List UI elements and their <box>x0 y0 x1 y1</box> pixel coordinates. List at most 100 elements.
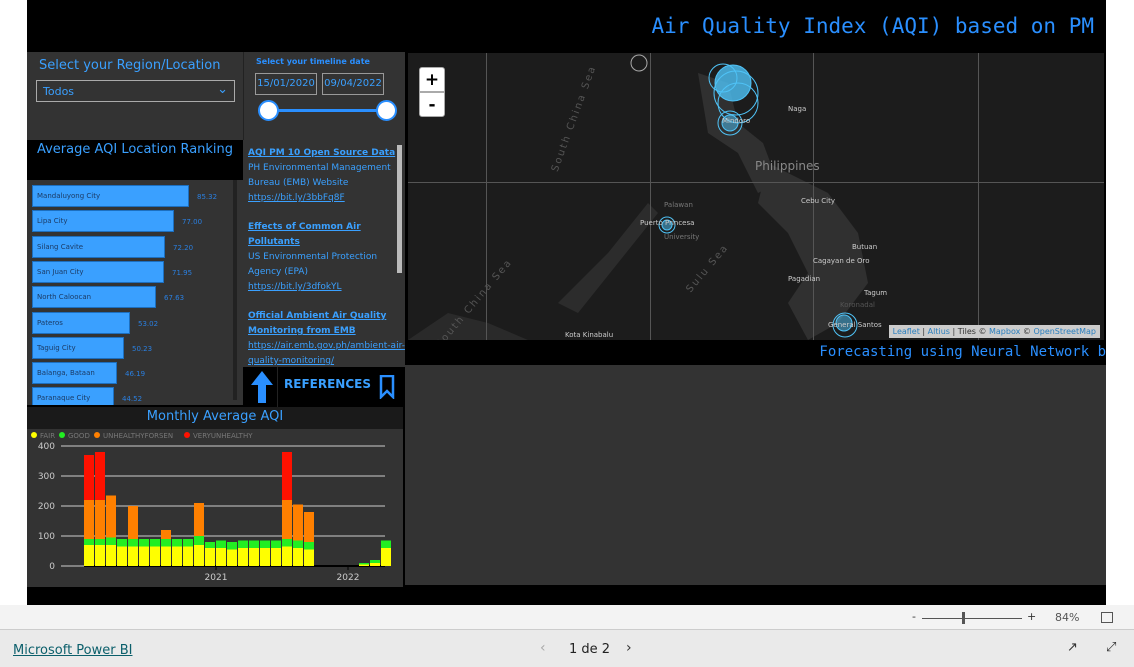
bar-segment-good[interactable] <box>95 539 105 545</box>
bar-segment-good[interactable] <box>183 539 193 547</box>
share-icon[interactable]: ↗ <box>1067 640 1078 655</box>
bar-segment-good[interactable] <box>293 540 303 549</box>
end-date-input[interactable]: 09/04/2022 <box>322 73 384 95</box>
bar-segment-good[interactable] <box>381 540 391 549</box>
bar-segment-good[interactable] <box>117 539 127 547</box>
bar-segment-good[interactable] <box>227 542 237 550</box>
bar-segment-unhealthyforsen[interactable] <box>161 530 171 539</box>
region-dropdown[interactable]: Todos ⌄ <box>36 80 235 102</box>
bar-segment-fair[interactable] <box>139 546 149 567</box>
zoom-slider[interactable] <box>922 618 1022 619</box>
mapbox-link[interactable]: Mapbox <box>989 327 1020 336</box>
bar-segment-fair[interactable] <box>117 546 127 567</box>
fullscreen-icon[interactable]: ⤢ <box>1106 640 1116 655</box>
bar-segment-good[interactable] <box>128 539 138 547</box>
ranking-bar[interactable]: San Juan City <box>32 260 164 283</box>
zoom-in-button[interactable]: + <box>1027 610 1036 623</box>
map-zoom-out-button[interactable]: - <box>419 92 445 117</box>
bar-segment-veryunhealthy[interactable] <box>84 455 94 500</box>
bar-segment-unhealthyforsen[interactable] <box>84 500 94 539</box>
bar-segment-fair[interactable] <box>304 549 314 567</box>
bar-segment-good[interactable] <box>304 542 314 550</box>
powerbi-link[interactable]: Microsoft Power BI <box>13 643 132 658</box>
monthly-aqi-chart[interactable]: FAIR GOOD UNHEALTHYFORSEN VERYUNHEALTHY 0 100… <box>27 429 403 587</box>
bar-segment-fair[interactable] <box>260 548 270 566</box>
zoom-out-button[interactable]: - <box>912 610 916 623</box>
next-page-icon[interactable]: › <box>626 640 632 656</box>
bar-segment-fair[interactable] <box>293 548 303 566</box>
ranking-bar[interactable]: Balanga, Bataan <box>32 362 117 385</box>
legend-label[interactable]: UNHEALTHYFORSEN <box>103 432 173 440</box>
ref-link[interactable]: https://bit.ly/3dfokYL <box>248 280 405 295</box>
bar-segment-good[interactable] <box>260 540 270 549</box>
bar-segment-fair[interactable] <box>205 548 215 566</box>
bar-segment-veryunhealthy[interactable] <box>95 452 105 500</box>
bar-segment-fair[interactable] <box>249 548 259 566</box>
bar-segment-good[interactable] <box>194 536 204 545</box>
bar-segment-good[interactable] <box>271 540 281 549</box>
bar-segment-fair[interactable] <box>106 545 116 566</box>
map-zoom-in-button[interactable]: + <box>419 67 445 92</box>
end-slider-handle[interactable] <box>376 100 397 121</box>
bar-segment-good[interactable] <box>282 539 292 547</box>
bar-segment-good[interactable] <box>238 540 248 549</box>
ref-link[interactable]: https://bit.ly/3bbFq8F <box>248 191 405 206</box>
bar-segment-unhealthyforsen[interactable] <box>106 495 116 538</box>
ranking-bar[interactable]: Mandaluyong City <box>32 185 189 207</box>
leaflet-link[interactable]: Leaflet <box>893 327 920 336</box>
ranking-bar[interactable]: Pateros <box>32 311 130 334</box>
bar-segment-good[interactable] <box>150 539 160 547</box>
bar-segment-veryunhealthy[interactable] <box>282 452 292 500</box>
legend-label[interactable]: VERYUNHEALTHY <box>193 432 253 440</box>
bar-segment-fair[interactable] <box>216 548 226 566</box>
bar-segment-good[interactable] <box>161 539 171 547</box>
bar-segment-unhealthyforsen[interactable] <box>128 506 138 539</box>
bar-segment-good[interactable] <box>106 537 116 546</box>
ref-title-link[interactable]: Effects of Common Air Pollutants <box>248 220 405 250</box>
bar-segment-good[interactable] <box>172 539 182 547</box>
legend-label[interactable]: FAIR <box>40 432 55 440</box>
ranking-bar[interactable]: Lipa City <box>32 210 174 233</box>
date-range-track[interactable] <box>268 109 386 112</box>
bar-segment-good[interactable] <box>359 563 369 565</box>
bookmark-icon[interactable] <box>379 375 395 399</box>
prev-page-icon[interactable]: ‹ <box>540 640 546 656</box>
bar-segment-fair[interactable] <box>84 545 94 566</box>
bar-segment-fair[interactable] <box>359 564 369 567</box>
legend-label[interactable]: GOOD <box>68 432 90 440</box>
bar-segment-good[interactable] <box>205 542 215 548</box>
bar-segment-fair[interactable] <box>172 546 182 567</box>
ranking-scrollbar[interactable] <box>233 180 237 400</box>
bar-segment-fair[interactable] <box>282 546 292 567</box>
bar-segment-fair[interactable] <box>227 549 237 567</box>
osm-link[interactable]: OpenStreetMap <box>1033 327 1096 336</box>
ranking-bar[interactable]: Silang Cavite <box>32 235 165 258</box>
bar-segment-unhealthyforsen[interactable] <box>304 512 314 542</box>
ranking-bar[interactable]: Paranaque City <box>32 387 114 405</box>
bar-segment-unhealthyforsen[interactable] <box>194 503 204 536</box>
bar-segment-fair[interactable] <box>150 546 160 567</box>
bar-segment-fair[interactable] <box>381 548 391 566</box>
map-visual[interactable]: South China Sea South China Sea Sulu Sea… <box>408 53 1104 340</box>
bar-segment-unhealthyforsen[interactable] <box>95 500 105 539</box>
bar-segment-fair[interactable] <box>128 546 138 567</box>
bar-segment-good[interactable] <box>370 560 380 563</box>
ref-title-link[interactable]: Official Ambient Air Quality Monitoring … <box>248 309 405 339</box>
bar-segment-fair[interactable] <box>194 545 204 566</box>
ref-link[interactable]: https://air.emb.gov.ph/ambient-air-quali… <box>248 339 405 365</box>
bar-segment-fair[interactable] <box>95 545 105 566</box>
zoom-slider-handle[interactable] <box>962 612 965 624</box>
bar-segment-fair[interactable] <box>271 548 281 566</box>
bar-segment-fair[interactable] <box>238 548 248 566</box>
ranking-bar[interactable]: North Caloocan <box>32 286 156 309</box>
altius-link[interactable]: Altius <box>928 327 950 336</box>
bar-segment-good[interactable] <box>84 539 94 545</box>
fit-page-icon[interactable] <box>1101 612 1113 623</box>
ref-title-link[interactable]: AQI PM 10 Open Source Data <box>248 146 405 161</box>
references-scrollbar[interactable] <box>397 145 402 273</box>
bar-segment-unhealthyforsen[interactable] <box>293 504 303 541</box>
arrow-up-icon[interactable] <box>251 371 273 403</box>
start-slider-handle[interactable] <box>258 100 279 121</box>
start-date-input[interactable]: 15/01/2020 <box>255 73 317 95</box>
bar-segment-good[interactable] <box>139 539 149 547</box>
